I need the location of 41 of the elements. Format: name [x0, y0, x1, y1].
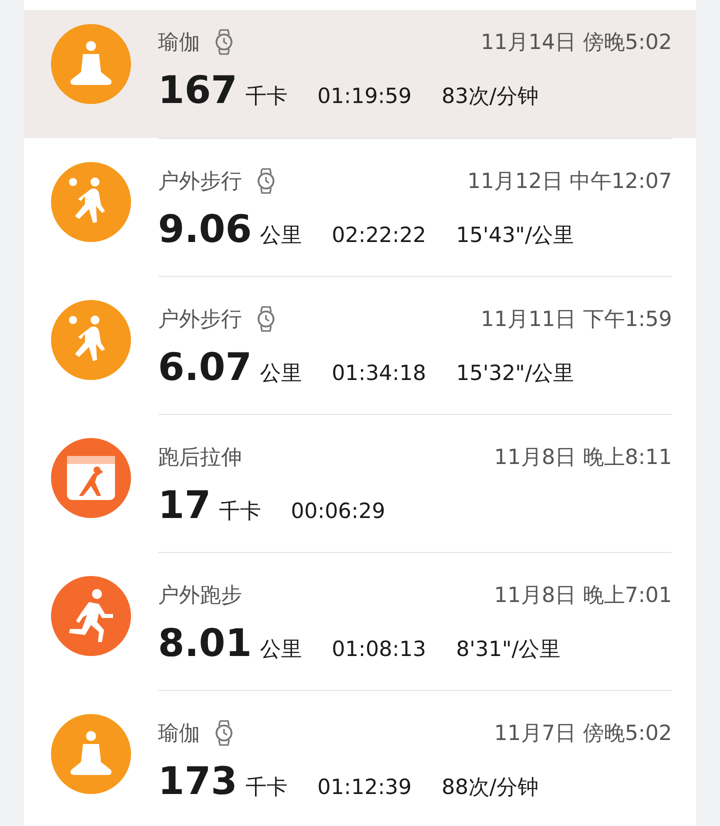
activity-duration: 01:12:39 [317, 775, 412, 799]
activity-date: 11月14日 傍晚5:02 [480, 29, 672, 56]
activity-duration: 00:06:29 [290, 499, 386, 523]
activity-title: 户外步行 [158, 168, 242, 195]
activity-date: 11月11日 下午1:59 [480, 306, 672, 333]
activity-title: 户外跑步 [158, 582, 242, 609]
activity-row[interactable]: 户外步行 11月12日 中午12:07 9.06 公里 02:22:22 15'43"/公里 [24, 138, 696, 276]
activity-row[interactable]: 跑后拉伸 11月8日 晚上8:11 17 千卡 00:06:29 [24, 414, 696, 552]
activity-duration: 01:19:59 [317, 84, 412, 108]
activity-unit: 千卡 [218, 498, 261, 525]
activity-row[interactable]: 瑜伽 11月14日 傍晚5:02 167 千卡 01:19:59 83次/分钟 [24, 10, 696, 138]
activity-date: 11月8日 晚上8:11 [494, 444, 672, 471]
activity-metric: 15'43"/公里 [456, 222, 574, 249]
activity-date: 11月8日 晚上7:01 [494, 582, 672, 609]
activity-title: 跑后拉伸 [158, 444, 242, 471]
activity-unit: 千卡 [245, 774, 288, 801]
activity-unit: 公里 [260, 222, 302, 249]
activity-title: 户外步行 [158, 306, 242, 333]
activity-value: 173 [158, 759, 238, 803]
activity-title: 瑜伽 [158, 29, 200, 56]
activity-unit: 公里 [260, 636, 302, 663]
activity-value: 6.07 [158, 345, 252, 389]
activity-unit: 公里 [260, 360, 302, 387]
activity-value: 9.06 [158, 207, 252, 251]
activity-metric: 15'32"/公里 [456, 360, 574, 387]
activity-duration: 02:22:22 [332, 223, 426, 247]
activity-unit: 千卡 [245, 83, 288, 110]
activity-metric: 8'31"/公里 [456, 636, 561, 663]
activity-value: 8.01 [158, 621, 252, 665]
activity-row[interactable]: 户外步行 11月11日 下午1:59 6.07 公里 01:34:18 15'32"/公里 [24, 276, 696, 414]
activity-metric: 83次/分钟 [442, 83, 538, 110]
activity-metric: 88次/分钟 [442, 774, 538, 801]
activity-value: 17 [158, 483, 211, 527]
activity-duration: 01:34:18 [332, 361, 426, 385]
activity-date: 11月12日 中午12:07 [467, 168, 672, 195]
activity-row[interactable]: 瑜伽 11月7日 傍晚5:02 173 千卡 01:12:39 88次/分钟 [24, 690, 696, 826]
activity-value: 167 [158, 68, 238, 112]
activity-row[interactable]: 户外跑步 11月8日 晚上7:01 8.01 公里 01:08:13 8'31"/公里 [24, 552, 696, 690]
activity-duration: 01:08:13 [332, 637, 426, 661]
activity-date: 11月7日 傍晚5:02 [494, 720, 672, 747]
activity-title: 瑜伽 [158, 720, 200, 747]
